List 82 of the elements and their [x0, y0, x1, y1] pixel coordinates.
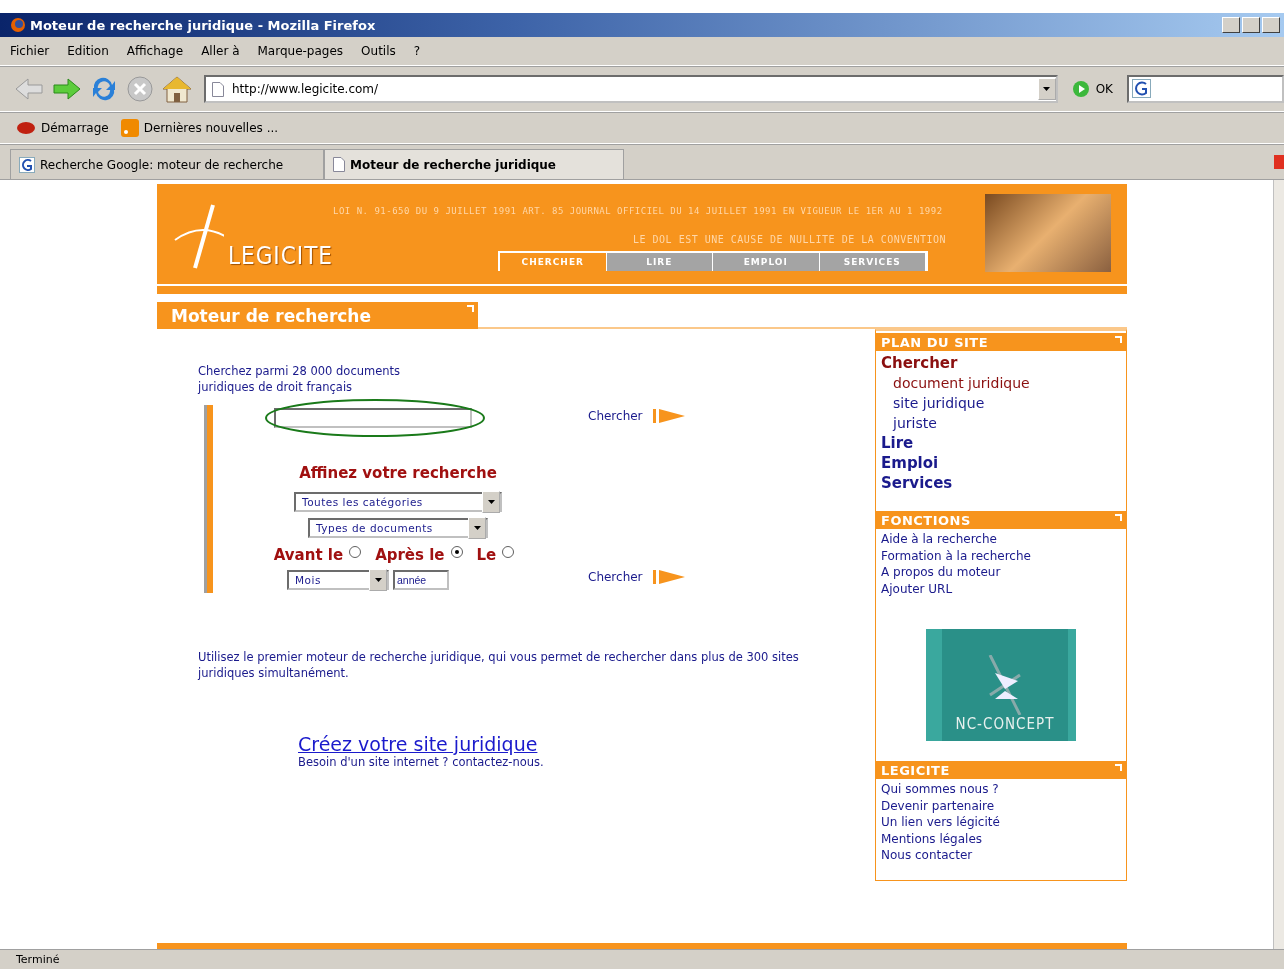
close-button[interactable]	[1262, 17, 1280, 33]
search-input[interactable]	[274, 407, 472, 428]
refine-title: Affinez votre recherche	[299, 463, 497, 482]
sidebar-link[interactable]: Ajouter URL	[881, 580, 1121, 597]
section-heading: Moteur de recherche	[157, 302, 478, 329]
sitemap-link[interactable]: Lire	[881, 433, 1121, 453]
g-icon	[19, 156, 35, 173]
bookmark-link[interactable]: Dernières nouvelles ...	[120, 119, 279, 137]
reload-icon[interactable]	[90, 76, 118, 102]
category-select[interactable]: Toutes les catégories	[294, 491, 502, 512]
browser-tab[interactable]: Recherche Google: moteur de recherche	[10, 149, 324, 179]
year-input[interactable]: année	[393, 569, 449, 590]
date-option-label: Après le	[375, 545, 445, 564]
site-logo: LEGICITE	[227, 242, 333, 270]
radio-button[interactable]	[349, 545, 362, 558]
search-link[interactable]: Chercher	[588, 409, 685, 424]
menu-item[interactable]: Aller à	[201, 44, 240, 58]
banner-text: LOI N. 91-650 DU 9 JUILLET 1991 ART. 85 JOURNAL OFFICIEL DU 14 JUILLET 1991 EN VIGUEUR LE 1ER AU 1 1992	[333, 206, 944, 216]
caret-icon	[473, 525, 481, 530]
sidebar-heading: PLAN DU SITE	[876, 333, 1126, 351]
sitemap-link[interactable]: Chercher	[881, 353, 1121, 373]
address-bar[interactable]: http://www.legicite.com/	[204, 75, 1058, 103]
sidebar-link[interactable]: Aide à la recherche	[881, 531, 1121, 548]
dropdown-button[interactable]	[468, 516, 486, 539]
sitemap-link[interactable]: document juridique	[881, 373, 1121, 393]
play-icon	[1071, 80, 1090, 98]
sitemap-link[interactable]: juriste	[881, 413, 1121, 433]
menu-item[interactable]: Affichage	[126, 44, 184, 58]
browser-logo-icon	[10, 17, 26, 33]
arrow-icon	[652, 409, 685, 424]
promo-link[interactable]: Créez votre site juridique	[298, 733, 875, 755]
arrow-icon	[652, 569, 685, 584]
page-icon	[212, 81, 224, 97]
page-icon	[333, 157, 345, 172]
bookmark-link[interactable]: Démarrage	[16, 120, 109, 136]
sidebar-link[interactable]: Mentions légales	[881, 830, 1121, 847]
date-option-label: Le	[476, 545, 497, 564]
radio-button[interactable]	[450, 545, 463, 558]
stop-icon[interactable]	[126, 75, 154, 103]
promo-text: Besoin d'un site internet ? contactez-nous.	[298, 755, 545, 769]
sitemap-link[interactable]: site juridique	[881, 393, 1121, 413]
intro-text: Cherchez parmi 28 000 documents juridiques de droit français	[198, 363, 402, 395]
description-text: Utilisez le premier moteur de recherche juridique, qui vous permet de rechercher dans plus de 300 sites juridiques simultanément.	[198, 649, 800, 681]
date-option-label: Avant le	[273, 545, 344, 564]
menu-item[interactable]: Marque-pages	[257, 44, 344, 58]
minimize-button[interactable]	[1222, 17, 1240, 33]
menu-item[interactable]: Edition	[67, 44, 109, 58]
g-icon	[1132, 79, 1154, 99]
category-select[interactable]: Types de documents	[308, 517, 488, 538]
sitemap-link[interactable]: Services	[881, 473, 1121, 493]
rss-icon	[120, 119, 139, 137]
radio-button[interactable]	[502, 545, 515, 558]
caret-icon	[374, 577, 382, 582]
go-button[interactable]: OK	[1071, 80, 1113, 98]
home-icon[interactable]	[162, 75, 192, 103]
sidebar-link[interactable]: Un lien vers légicité	[881, 814, 1121, 831]
month-select[interactable]: Mois	[287, 569, 389, 590]
bookmark-icon	[16, 120, 36, 136]
search-field[interactable]	[1127, 75, 1284, 103]
banner-text: LE DOL EST UNE CAUSE DE NULLITE DE LA CONVENTION	[633, 234, 947, 245]
sidebar-heading: FONCTIONS	[876, 511, 1126, 529]
caret-icon	[1043, 87, 1051, 91]
caret-icon	[487, 499, 495, 504]
sitemap-link[interactable]: Emploi	[881, 453, 1121, 473]
window-title: Moteur de recherche juridique - Mozilla Firefox	[30, 17, 377, 33]
status-text: Terminé	[16, 953, 60, 966]
menu-item[interactable]: Outils	[361, 44, 396, 58]
dropdown-button[interactable]	[369, 568, 387, 591]
sidebar-link[interactable]: Devenir partenaire	[881, 797, 1121, 814]
maximize-button[interactable]	[1242, 17, 1260, 33]
sidebar-heading: LEGICITE	[876, 761, 1126, 779]
scrollbar[interactable]	[1273, 180, 1284, 949]
dropdown-button[interactable]	[482, 490, 500, 513]
sidebar-link[interactable]: Qui sommes nous ?	[881, 781, 1121, 798]
sidebar-link[interactable]: Nous contacter	[881, 847, 1121, 864]
search-link[interactable]: Chercher	[588, 569, 685, 584]
browser-tab[interactable]: Moteur de recherche juridique	[324, 149, 624, 179]
sidebar-link[interactable]: A propos du moteur	[881, 564, 1121, 581]
menu-item[interactable]: ?	[413, 44, 421, 58]
sidebar-link[interactable]: Formation à la recherche	[881, 547, 1121, 564]
menu-item[interactable]: Fichier	[10, 44, 50, 58]
dropdown-button[interactable]	[1037, 78, 1056, 100]
